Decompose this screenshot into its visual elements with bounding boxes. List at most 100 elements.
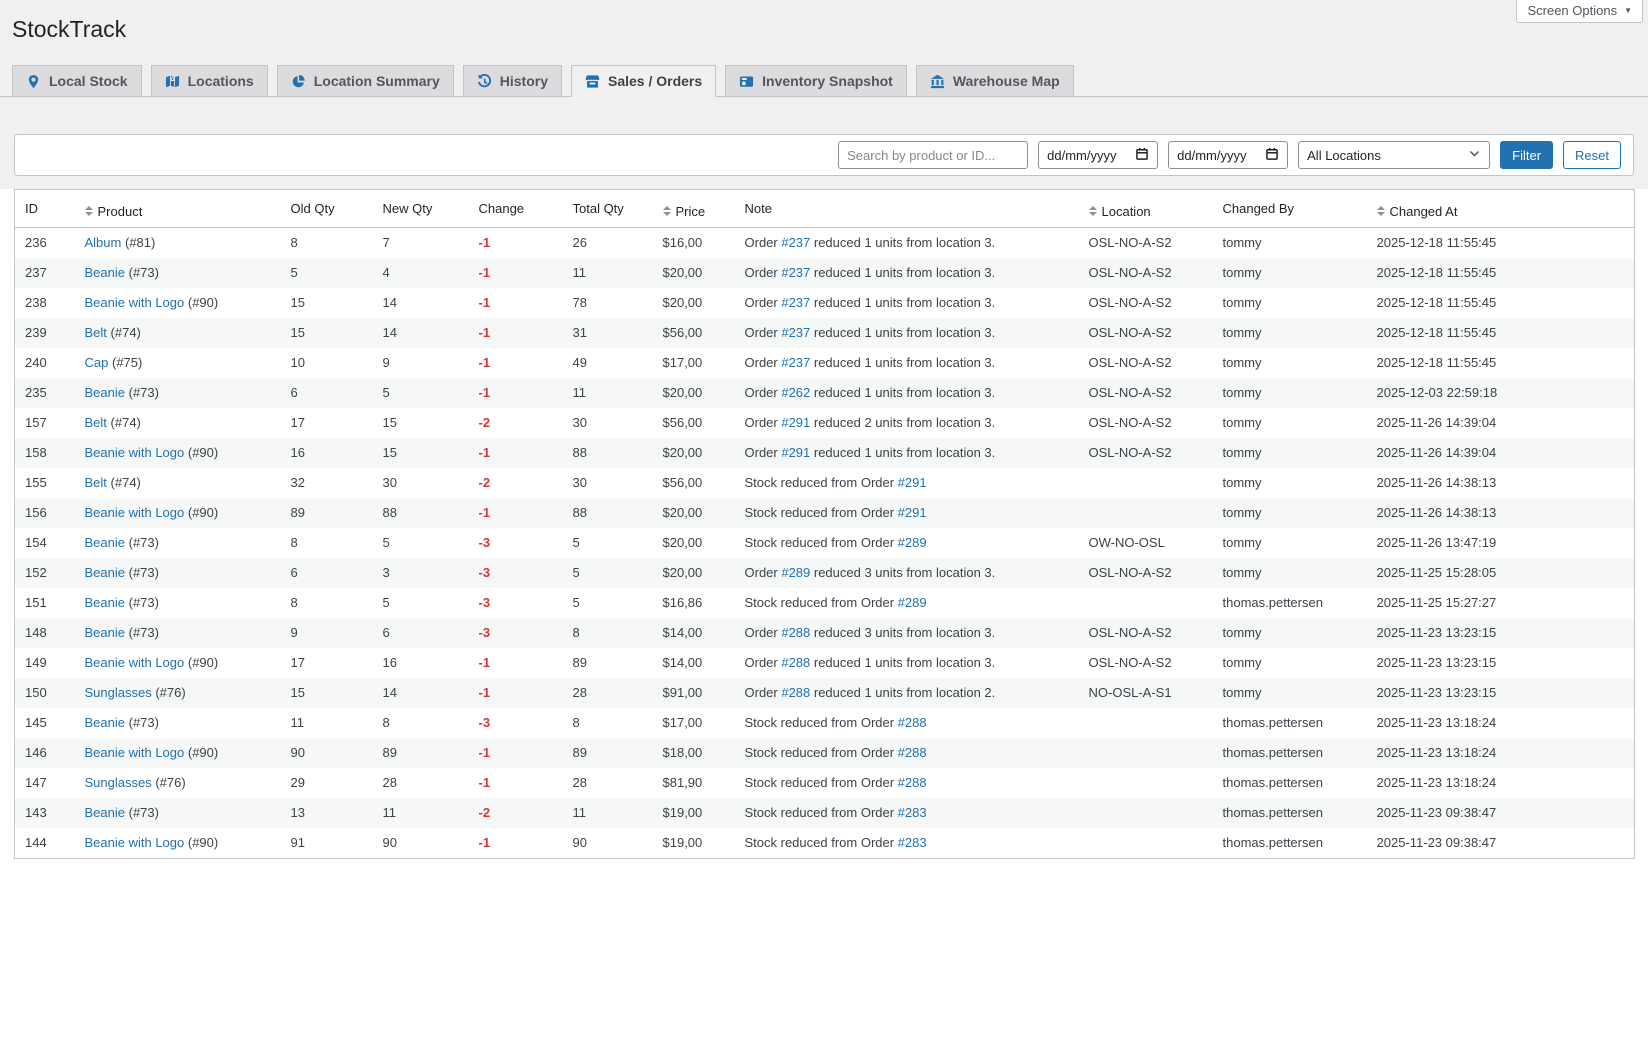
product-link[interactable]: Beanie with Logo <box>85 745 185 760</box>
date-to-input[interactable]: dd/mm/yyyy <box>1168 141 1288 169</box>
product-link[interactable]: Album <box>85 235 122 250</box>
chevron-down-icon <box>1468 147 1481 163</box>
cell-price: $20,00 <box>653 558 735 588</box>
order-link[interactable]: #289 <box>781 565 810 580</box>
table-panel: ID Product Old Qty New Qty Change Total … <box>0 189 1648 1038</box>
cell-note: Stock reduced from Order #289 <box>735 588 1079 618</box>
cell-total-qty: 11 <box>563 798 653 828</box>
cell-price: $91,00 <box>653 678 735 708</box>
cell-id: 158 <box>15 438 75 468</box>
order-link[interactable]: #291 <box>898 505 927 520</box>
cell-total-qty: 78 <box>563 288 653 318</box>
map-icon <box>165 74 180 89</box>
product-link[interactable]: Beanie <box>85 625 125 640</box>
location-select[interactable]: All Locations <box>1298 141 1490 169</box>
tab-history[interactable]: History <box>463 65 562 97</box>
order-link[interactable]: #288 <box>898 745 927 760</box>
order-link[interactable]: #237 <box>781 325 810 340</box>
product-link[interactable]: Beanie with Logo <box>85 835 185 850</box>
product-link[interactable]: Beanie with Logo <box>85 505 185 520</box>
product-link[interactable]: Sunglasses <box>85 775 152 790</box>
tab-locations[interactable]: Locations <box>151 65 268 97</box>
tab-warehouse-map[interactable]: Warehouse Map <box>916 65 1074 97</box>
cell-product: Beanie (#73) <box>75 588 281 618</box>
order-link[interactable]: #289 <box>898 535 927 550</box>
cell-total-qty: 26 <box>563 227 653 258</box>
order-link[interactable]: #288 <box>898 715 927 730</box>
column-header-product[interactable]: Product <box>75 190 281 228</box>
cell-changed-at: 2025-12-18 11:55:45 <box>1367 258 1635 288</box>
order-link[interactable]: #283 <box>898 805 927 820</box>
order-link[interactable]: #289 <box>898 595 927 610</box>
cell-changed-at: 2025-11-25 15:27:27 <box>1367 588 1635 618</box>
order-link[interactable]: #291 <box>781 415 810 430</box>
product-link[interactable]: Beanie <box>85 265 125 280</box>
product-link[interactable]: Beanie <box>85 565 125 580</box>
order-link[interactable]: #288 <box>781 625 810 640</box>
order-link[interactable]: #237 <box>781 235 810 250</box>
cell-price: $17,00 <box>653 348 735 378</box>
tab-local-stock[interactable]: Local Stock <box>12 65 142 97</box>
cell-change: -3 <box>469 618 563 648</box>
column-header-total-qty: Total Qty <box>563 190 653 228</box>
cell-change: -1 <box>469 227 563 258</box>
cell-id: 236 <box>15 227 75 258</box>
cell-price: $18,00 <box>653 738 735 768</box>
cell-location <box>1079 708 1213 738</box>
product-link[interactable]: Belt <box>85 475 107 490</box>
cell-product: Belt (#74) <box>75 408 281 438</box>
column-header-changed-at[interactable]: Changed At <box>1367 190 1635 228</box>
order-link[interactable]: #291 <box>781 445 810 460</box>
order-link[interactable]: #291 <box>898 475 927 490</box>
order-link[interactable]: #237 <box>781 265 810 280</box>
product-link[interactable]: Belt <box>85 325 107 340</box>
column-header-price[interactable]: Price <box>653 190 735 228</box>
calendar-icon <box>1265 147 1279 164</box>
cell-total-qty: 89 <box>563 648 653 678</box>
order-link[interactable]: #262 <box>781 385 810 400</box>
order-link[interactable]: #288 <box>781 655 810 670</box>
cell-new-qty: 11 <box>373 798 469 828</box>
chevron-down-icon: ▼ <box>1624 6 1632 15</box>
cell-id: 157 <box>15 408 75 438</box>
order-link[interactable]: #283 <box>898 835 927 850</box>
screen-options-button[interactable]: Screen Options ▼ <box>1516 0 1643 23</box>
cell-price: $81,90 <box>653 768 735 798</box>
table-row: 147 Sunglasses (#76) 29 28 -1 28 $81,90 … <box>15 768 1635 798</box>
product-link[interactable]: Beanie <box>85 595 125 610</box>
order-link[interactable]: #288 <box>898 775 927 790</box>
order-link[interactable]: #237 <box>781 295 810 310</box>
product-link[interactable]: Beanie <box>85 535 125 550</box>
column-header-location[interactable]: Location <box>1079 190 1213 228</box>
cell-price: $20,00 <box>653 258 735 288</box>
cell-note: Stock reduced from Order #283 <box>735 798 1079 828</box>
filter-button[interactable]: Filter <box>1500 141 1553 169</box>
product-link[interactable]: Beanie with Logo <box>85 445 185 460</box>
cell-new-qty: 8 <box>373 708 469 738</box>
search-input[interactable] <box>838 141 1028 169</box>
table-row: 157 Belt (#74) 17 15 -2 30 $56,00 Order … <box>15 408 1635 438</box>
product-link[interactable]: Belt <box>85 415 107 430</box>
cell-price: $56,00 <box>653 318 735 348</box>
cell-changed-by: tommy <box>1213 558 1367 588</box>
cell-old-qty: 17 <box>281 648 373 678</box>
order-link[interactable]: #288 <box>781 685 810 700</box>
product-link[interactable]: Beanie <box>85 385 125 400</box>
product-link[interactable]: Beanie <box>85 805 125 820</box>
date-from-input[interactable]: dd/mm/yyyy <box>1038 141 1158 169</box>
cell-total-qty: 5 <box>563 528 653 558</box>
product-link[interactable]: Beanie with Logo <box>85 655 185 670</box>
product-link[interactable]: Beanie with Logo <box>85 295 185 310</box>
order-link[interactable]: #237 <box>781 355 810 370</box>
product-link[interactable]: Beanie <box>85 715 125 730</box>
tab-sales-orders[interactable]: Sales / Orders <box>571 65 716 97</box>
product-link[interactable]: Cap <box>85 355 109 370</box>
tab-label: Locations <box>188 73 254 89</box>
tab-location-summary[interactable]: Location Summary <box>277 65 454 97</box>
cell-old-qty: 32 <box>281 468 373 498</box>
tab-inventory-snapshot[interactable]: Inventory Snapshot <box>725 65 907 97</box>
cell-total-qty: 5 <box>563 588 653 618</box>
reset-button[interactable]: Reset <box>1563 141 1621 169</box>
product-link[interactable]: Sunglasses <box>85 685 152 700</box>
cell-product: Beanie (#73) <box>75 378 281 408</box>
